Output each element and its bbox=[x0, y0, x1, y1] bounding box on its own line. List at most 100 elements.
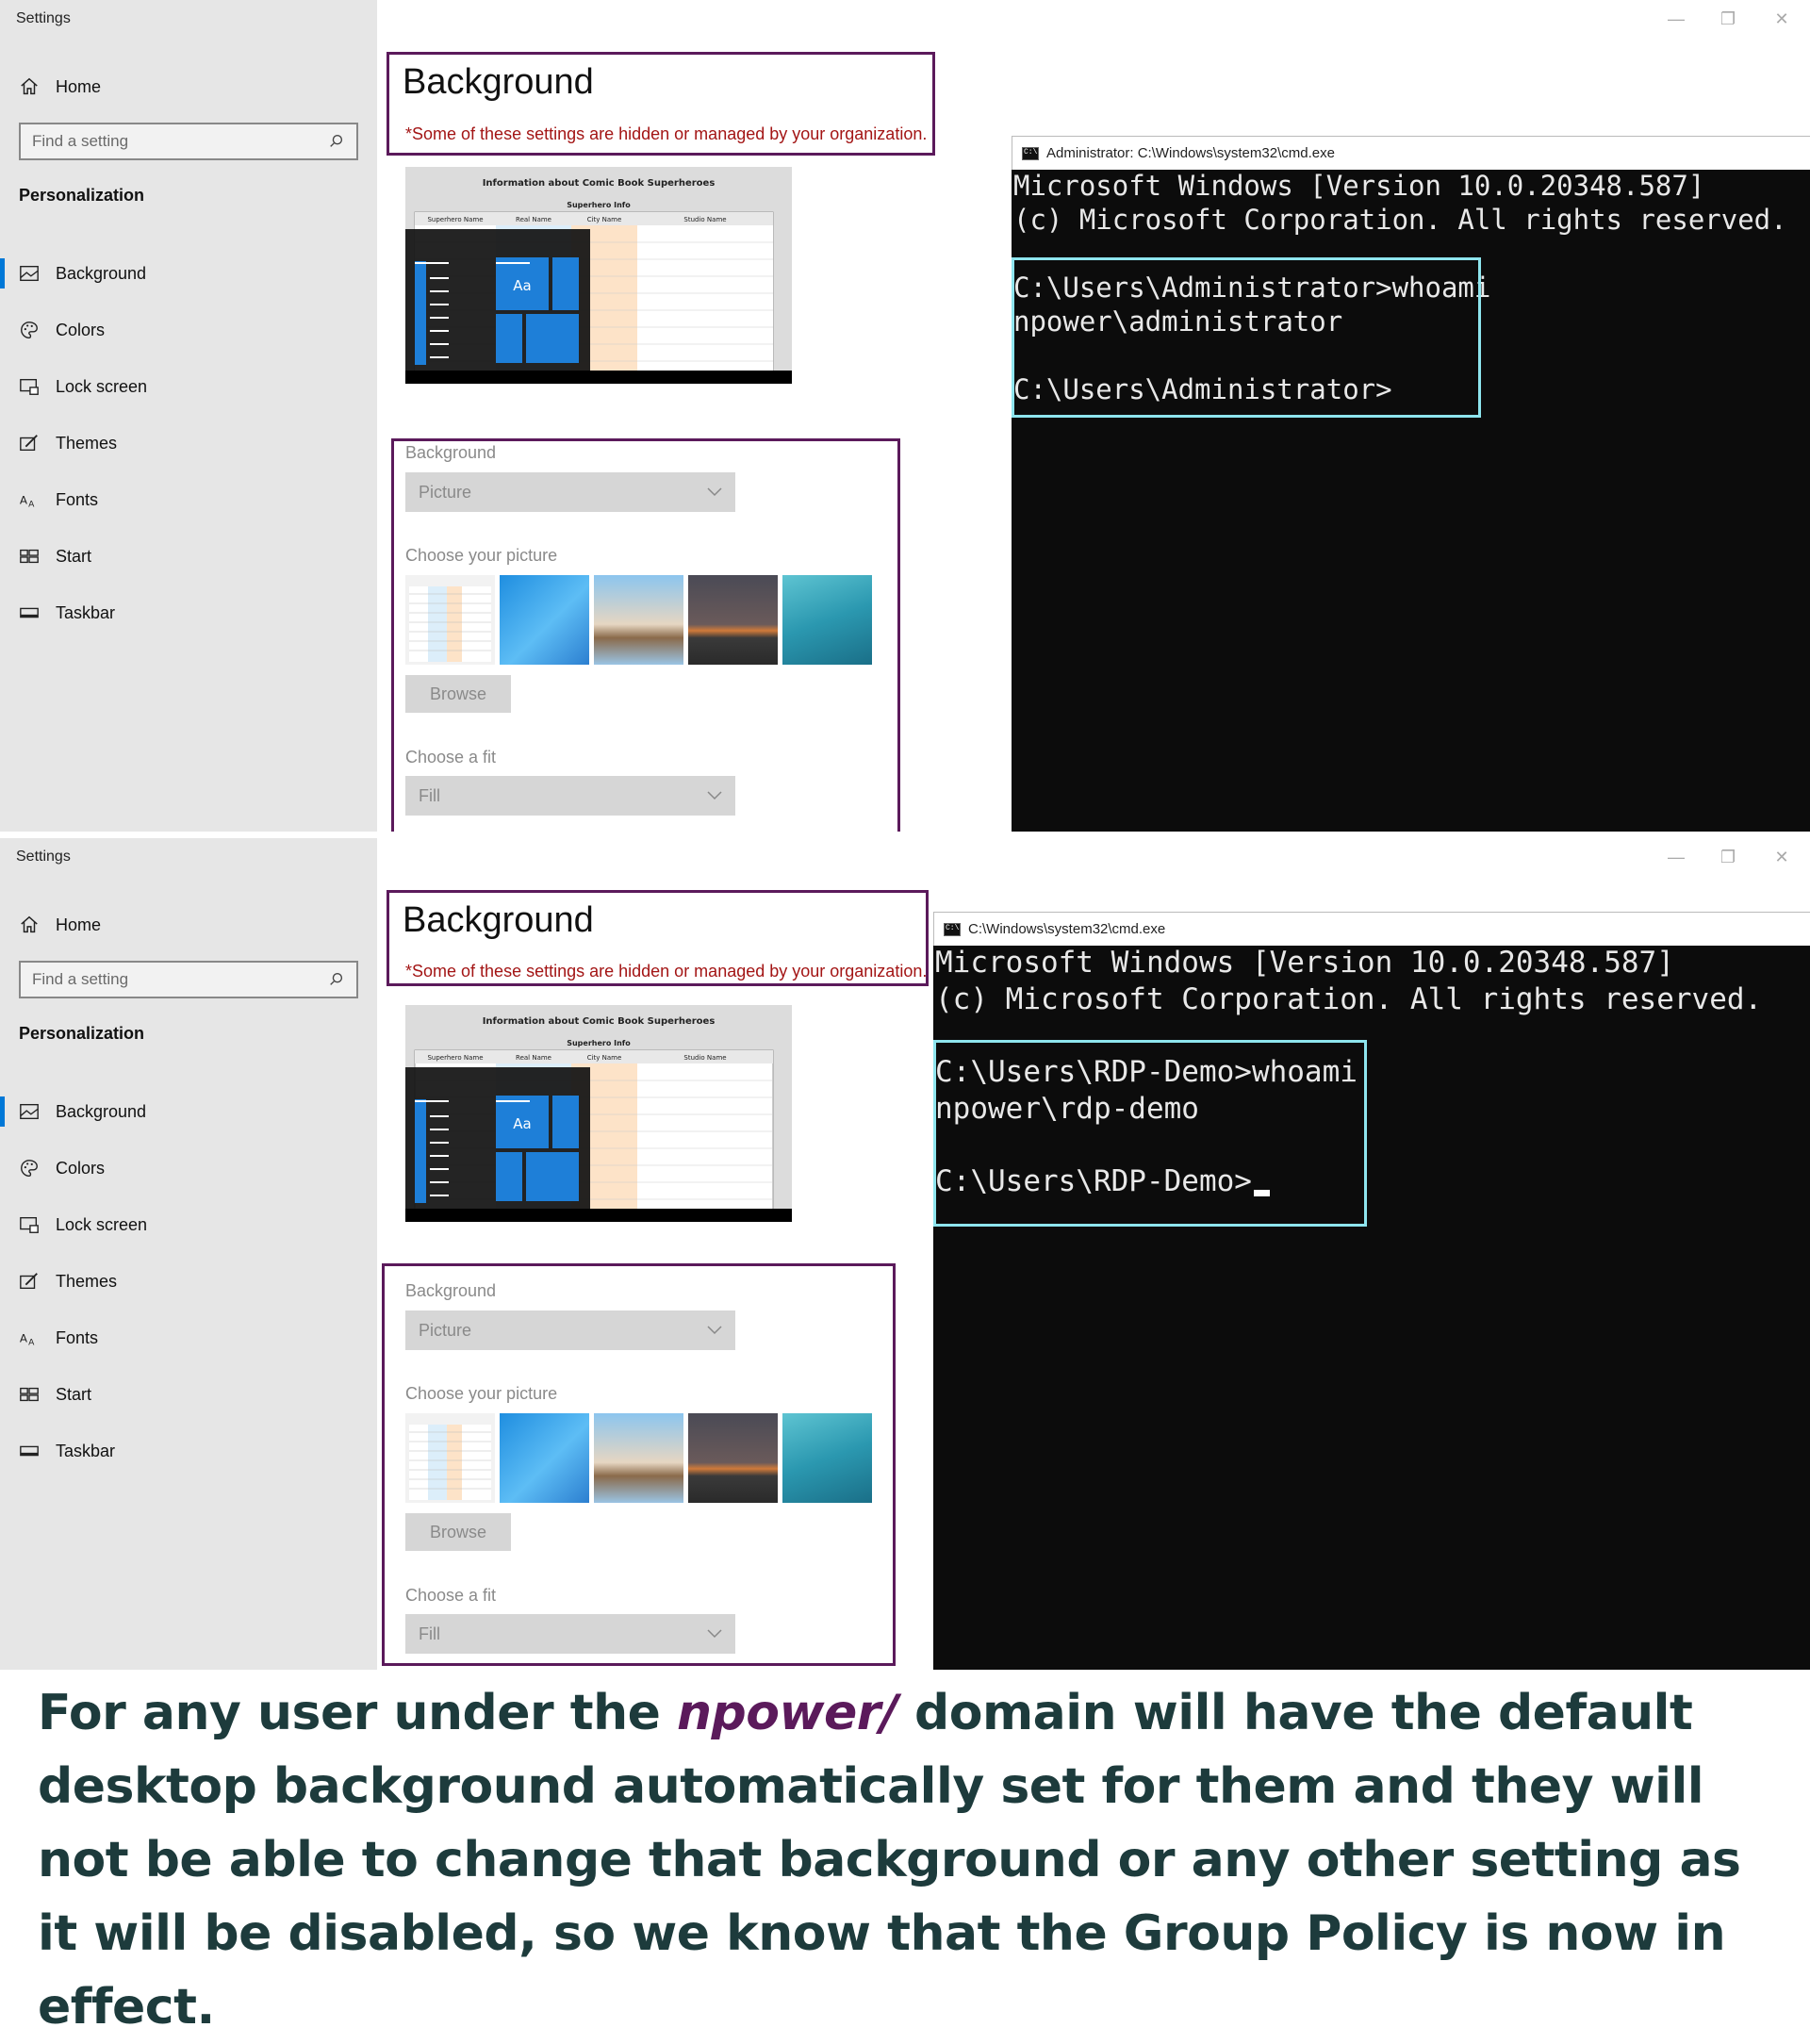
search-input[interactable] bbox=[32, 132, 328, 151]
chevron-down-icon bbox=[707, 1629, 722, 1639]
cmd-title: Administrator: C:\Windows\system32\cmd.e… bbox=[1046, 145, 1335, 161]
search-icon[interactable] bbox=[328, 133, 345, 150]
search-box[interactable] bbox=[19, 123, 358, 160]
picture-thumb-underwater[interactable] bbox=[782, 1413, 872, 1503]
nav-item-lock-screen[interactable]: Lock screen bbox=[0, 358, 377, 415]
palette-icon bbox=[21, 321, 38, 338]
nav-item-background[interactable]: Background bbox=[0, 1083, 377, 1140]
app-title: Settings bbox=[16, 10, 71, 26]
taskbar-icon bbox=[20, 607, 39, 618]
personalization-nav: Background Colors Lock screen Themes AA … bbox=[0, 245, 377, 641]
cmd-output[interactable]: Microsoft Windows [Version 10.0.20348.58… bbox=[1012, 170, 1810, 832]
choose-picture-label: Choose your picture bbox=[405, 1384, 558, 1403]
picture-thumb-beach[interactable] bbox=[594, 575, 683, 665]
nav-item-fonts[interactable]: AA Fonts bbox=[0, 1310, 377, 1366]
fit-dropdown[interactable]: Fill bbox=[405, 776, 735, 816]
panel-divider bbox=[0, 832, 1810, 838]
cmd-titlebar[interactable]: Administrator: C:\Windows\system32\cmd.e… bbox=[1012, 136, 1810, 170]
home-icon bbox=[21, 77, 38, 95]
preview-doc-subtitle: Superhero Info bbox=[567, 201, 631, 209]
themes-icon bbox=[20, 1273, 38, 1290]
themes-icon bbox=[20, 435, 38, 452]
background-dropdown[interactable]: Picture bbox=[405, 1310, 735, 1350]
nav-item-themes[interactable]: Themes bbox=[0, 415, 377, 471]
choose-fit-label: Choose a fit bbox=[405, 748, 497, 766]
background-preview: Information about Comic Book Superheroes… bbox=[405, 1005, 792, 1222]
choose-picture-label: Choose your picture bbox=[405, 546, 558, 565]
cmd-icon bbox=[944, 922, 961, 936]
preview-graphic: Information about Comic Book Superheroes… bbox=[405, 167, 792, 384]
cmd-output[interactable]: Microsoft Windows [Version 10.0.20348.58… bbox=[933, 946, 1810, 1670]
lock-screen-icon bbox=[20, 378, 39, 395]
preview-col-2: Real Name bbox=[516, 216, 551, 223]
preview-col-3: City Name bbox=[587, 1054, 622, 1062]
cmd-window-admin[interactable]: Administrator: C:\Windows\system32\cmd.e… bbox=[1012, 136, 1810, 832]
thumb-doc-graphic bbox=[405, 575, 495, 665]
nav-item-start[interactable]: Start bbox=[0, 1366, 377, 1423]
browse-button[interactable]: Browse bbox=[405, 675, 511, 713]
managed-notice: *Some of these settings are hidden or ma… bbox=[405, 124, 928, 143]
picture-thumb-underwater[interactable] bbox=[782, 575, 872, 665]
preview-tile-text: Aa bbox=[513, 1115, 531, 1132]
chevron-down-icon bbox=[707, 1326, 722, 1335]
background-label: Background bbox=[405, 1281, 497, 1300]
settings-sidebar: Settings Home Personalization Background… bbox=[0, 838, 377, 1670]
nav-item-themes[interactable]: Themes bbox=[0, 1253, 377, 1310]
minimize-button[interactable]: — bbox=[1650, 842, 1703, 872]
nav-item-label: Background bbox=[56, 263, 147, 283]
nav-item-fonts[interactable]: AA Fonts bbox=[0, 471, 377, 528]
nav-item-start[interactable]: Start bbox=[0, 528, 377, 585]
background-dropdown[interactable]: Picture bbox=[405, 472, 735, 512]
caption-part-1: For any user under the bbox=[38, 1685, 678, 1741]
caption-domain: npower/ bbox=[677, 1685, 898, 1741]
preview-col-4: Studio Name bbox=[683, 1054, 726, 1062]
picture-thumb-windows[interactable] bbox=[500, 575, 589, 665]
nav-item-colors[interactable]: Colors bbox=[0, 1140, 377, 1196]
chevron-down-icon bbox=[707, 487, 722, 497]
caption-text: For any user under the npower/ domain wi… bbox=[38, 1676, 1791, 2044]
preview-col-1: Superhero Name bbox=[427, 1054, 483, 1062]
picture-thumb-night[interactable] bbox=[688, 1413, 778, 1503]
picture-thumb-beach[interactable] bbox=[594, 1413, 683, 1503]
picture-thumb-doc[interactable] bbox=[405, 575, 495, 665]
search-icon[interactable] bbox=[328, 971, 345, 988]
taskbar-icon bbox=[20, 1445, 39, 1457]
page-title: Background bbox=[403, 900, 594, 940]
lock-screen-icon bbox=[20, 1216, 39, 1233]
nav-item-colors[interactable]: Colors bbox=[0, 302, 377, 358]
nav-item-label: Taskbar bbox=[56, 602, 116, 622]
preview-doc-title: Information about Comic Book Superheroes bbox=[483, 178, 716, 189]
fit-dropdown[interactable]: Fill bbox=[405, 1614, 735, 1654]
browse-button[interactable]: Browse bbox=[405, 1513, 511, 1551]
svg-text:A: A bbox=[28, 1337, 35, 1347]
palette-icon bbox=[21, 1160, 38, 1177]
nav-item-taskbar[interactable]: Taskbar bbox=[0, 585, 377, 641]
picture-thumb-doc[interactable] bbox=[405, 1413, 495, 1503]
home-nav-item[interactable]: Home bbox=[19, 912, 101, 938]
preview-doc-subtitle: Superhero Info bbox=[567, 1039, 631, 1047]
settings-sidebar: Settings Home Personalization Background… bbox=[0, 0, 377, 832]
nav-item-taskbar[interactable]: Taskbar bbox=[0, 1423, 377, 1479]
nav-item-label: Fonts bbox=[56, 1327, 99, 1347]
nav-item-label: Lock screen bbox=[56, 1214, 148, 1234]
nav-item-lock-screen[interactable]: Lock screen bbox=[0, 1196, 377, 1253]
close-button[interactable]: ✕ bbox=[1755, 842, 1808, 872]
picture-thumb-windows[interactable] bbox=[500, 1413, 589, 1503]
minimize-button[interactable]: — bbox=[1650, 4, 1703, 34]
svg-text:A: A bbox=[20, 1332, 28, 1345]
preview-col-2: Real Name bbox=[516, 1054, 551, 1062]
cmd-window-rdp-demo[interactable]: C:\Windows\system32\cmd.exe Microsoft Wi… bbox=[933, 912, 1810, 1670]
maximize-button[interactable]: ❐ bbox=[1702, 4, 1754, 34]
search-box[interactable] bbox=[19, 961, 358, 998]
picture-thumb-night[interactable] bbox=[688, 575, 778, 665]
nav-item-label: Start bbox=[56, 1384, 92, 1404]
close-button[interactable]: ✕ bbox=[1755, 4, 1808, 34]
nav-item-background[interactable]: Background bbox=[0, 245, 377, 302]
choose-fit-label: Choose a fit bbox=[405, 1586, 497, 1605]
nav-item-label: Start bbox=[56, 546, 92, 566]
chevron-down-icon bbox=[707, 791, 722, 800]
search-input[interactable] bbox=[32, 970, 328, 989]
maximize-button[interactable]: ❐ bbox=[1702, 842, 1754, 872]
home-nav-item[interactable]: Home bbox=[19, 74, 101, 100]
cmd-titlebar[interactable]: C:\Windows\system32\cmd.exe bbox=[933, 912, 1810, 946]
